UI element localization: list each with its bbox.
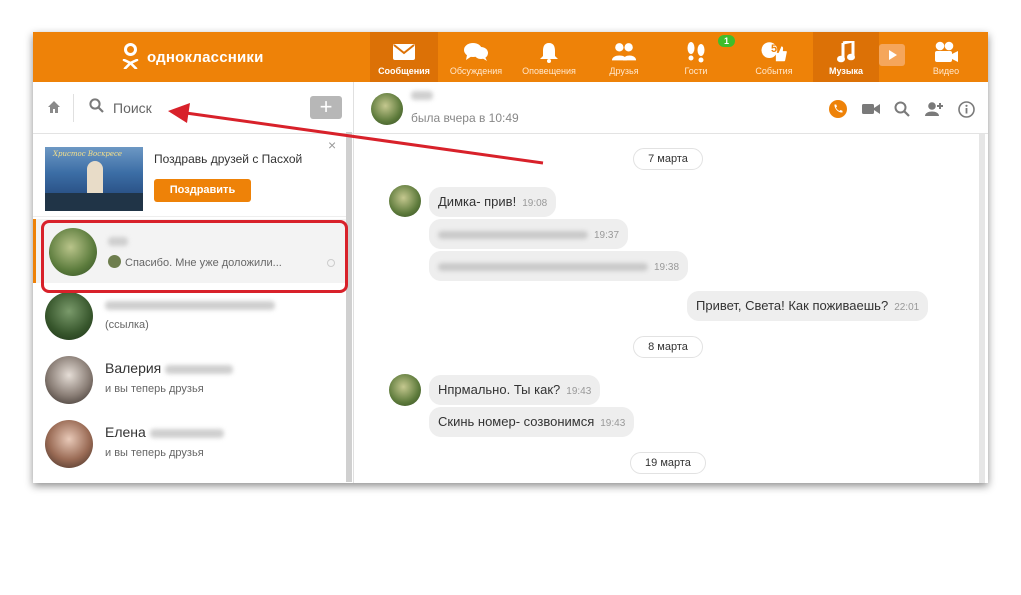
nav-guests[interactable]: Гости 1: [666, 32, 736, 82]
nav-friends[interactable]: Друзья: [594, 32, 654, 82]
search-icon[interactable]: [892, 99, 912, 119]
date-separator: 7 марта: [633, 148, 703, 170]
sender-avatar[interactable]: [389, 185, 421, 217]
sender-avatar[interactable]: [389, 374, 421, 406]
chat-list-toolbar: Поиск +: [33, 82, 354, 134]
search-icon: [89, 98, 104, 118]
chat-list-item[interactable]: Валерия и вы теперь друзья: [33, 347, 346, 411]
message-bubble[interactable]: Димка- прив! 19:08: [429, 187, 557, 217]
close-icon[interactable]: ×: [328, 137, 336, 153]
nav-notifications[interactable]: Оповещения: [518, 32, 580, 82]
conversation-scrollbar[interactable]: [979, 134, 985, 483]
message-bubble[interactable]: 19:37: [429, 219, 629, 249]
chat-list-scrollbar[interactable]: [346, 132, 352, 482]
easter-greeting-image[interactable]: Христос Воскресе: [45, 147, 143, 211]
banner-title: Поздравь друзей с Пасхой: [154, 152, 303, 166]
conversation-panel: была вчера в 10:49 7 марта Димка- прив! 1…: [354, 82, 988, 483]
footprints-icon: [683, 41, 709, 63]
date-separator: 19 марта: [630, 452, 706, 474]
search-input[interactable]: Поиск: [89, 98, 152, 118]
video-player-button[interactable]: [879, 44, 905, 66]
greeting-image-caption: Христос Воскресе: [53, 150, 123, 158]
nav-music[interactable]: Музыка: [813, 32, 879, 82]
envelope-icon: [391, 41, 417, 63]
message-bubble[interactable]: 19:38: [429, 251, 689, 281]
contact-avatar[interactable]: [371, 93, 403, 125]
chat-preview: и вы теперь друзья: [105, 447, 204, 459]
congratulate-button[interactable]: Поздравить: [154, 179, 251, 202]
logo[interactable]: одноклассники: [121, 42, 264, 72]
info-icon[interactable]: [956, 99, 976, 119]
last-seen-status: была вчера в 10:49: [411, 111, 519, 125]
conversation-header: была вчера в 10:49: [354, 82, 988, 134]
search-placeholder: Поиск: [113, 100, 152, 116]
easter-greeting-banner: Христос Воскресе Поздравь друзей с Пасхо…: [33, 134, 346, 217]
nav-messages[interactable]: Сообщения: [370, 32, 438, 82]
nav-discussions[interactable]: Обсуждения: [444, 32, 508, 82]
bell-icon: [536, 41, 562, 63]
chat-preview: и вы теперь друзья: [105, 383, 204, 395]
logo-text: одноклассники: [147, 48, 264, 66]
nav-events[interactable]: События 5: [742, 32, 806, 82]
top-navigation-bar: одноклассники Сообщения Обсуждения Опове…: [33, 32, 988, 82]
phone-icon[interactable]: [828, 99, 848, 119]
add-user-icon[interactable]: [924, 99, 944, 119]
message-bubble[interactable]: Нпрмально. Ты как? 19:43: [429, 375, 601, 405]
people-icon: [611, 41, 637, 63]
message-bubble-outgoing[interactable]: Привет, Света! Как поживаешь? 22:01: [687, 291, 929, 321]
chat-name: Елена: [105, 424, 224, 440]
chat-preview: (ссылка): [105, 319, 149, 331]
events-count: 5: [771, 43, 778, 55]
ok-logo-icon: [121, 43, 141, 71]
video-camera-icon[interactable]: [861, 99, 881, 119]
home-icon[interactable]: [47, 100, 61, 119]
chat-name: Валерия: [105, 360, 234, 376]
date-separator: 8 марта: [633, 336, 703, 358]
camera-icon: [933, 41, 959, 63]
avatar: [45, 356, 93, 404]
avatar: [45, 420, 93, 468]
music-note-icon: [833, 41, 859, 63]
chat-list-item[interactable]: Елена и вы теперь друзья: [33, 411, 346, 475]
guests-badge: 1: [718, 35, 736, 47]
app-window: одноклассники Сообщения Обсуждения Опове…: [33, 32, 988, 483]
chat-name: [105, 296, 275, 312]
message-bubble[interactable]: Скинь номер- созвонимся 19:43: [429, 407, 635, 437]
new-chat-button[interactable]: +: [310, 96, 342, 119]
avatar: [45, 292, 93, 340]
highlight-frame: [41, 220, 348, 293]
nav-video[interactable]: Видео: [913, 32, 979, 82]
chat-bubbles-icon: [463, 41, 489, 63]
divider: [73, 94, 74, 122]
contact-name[interactable]: [411, 91, 433, 100]
